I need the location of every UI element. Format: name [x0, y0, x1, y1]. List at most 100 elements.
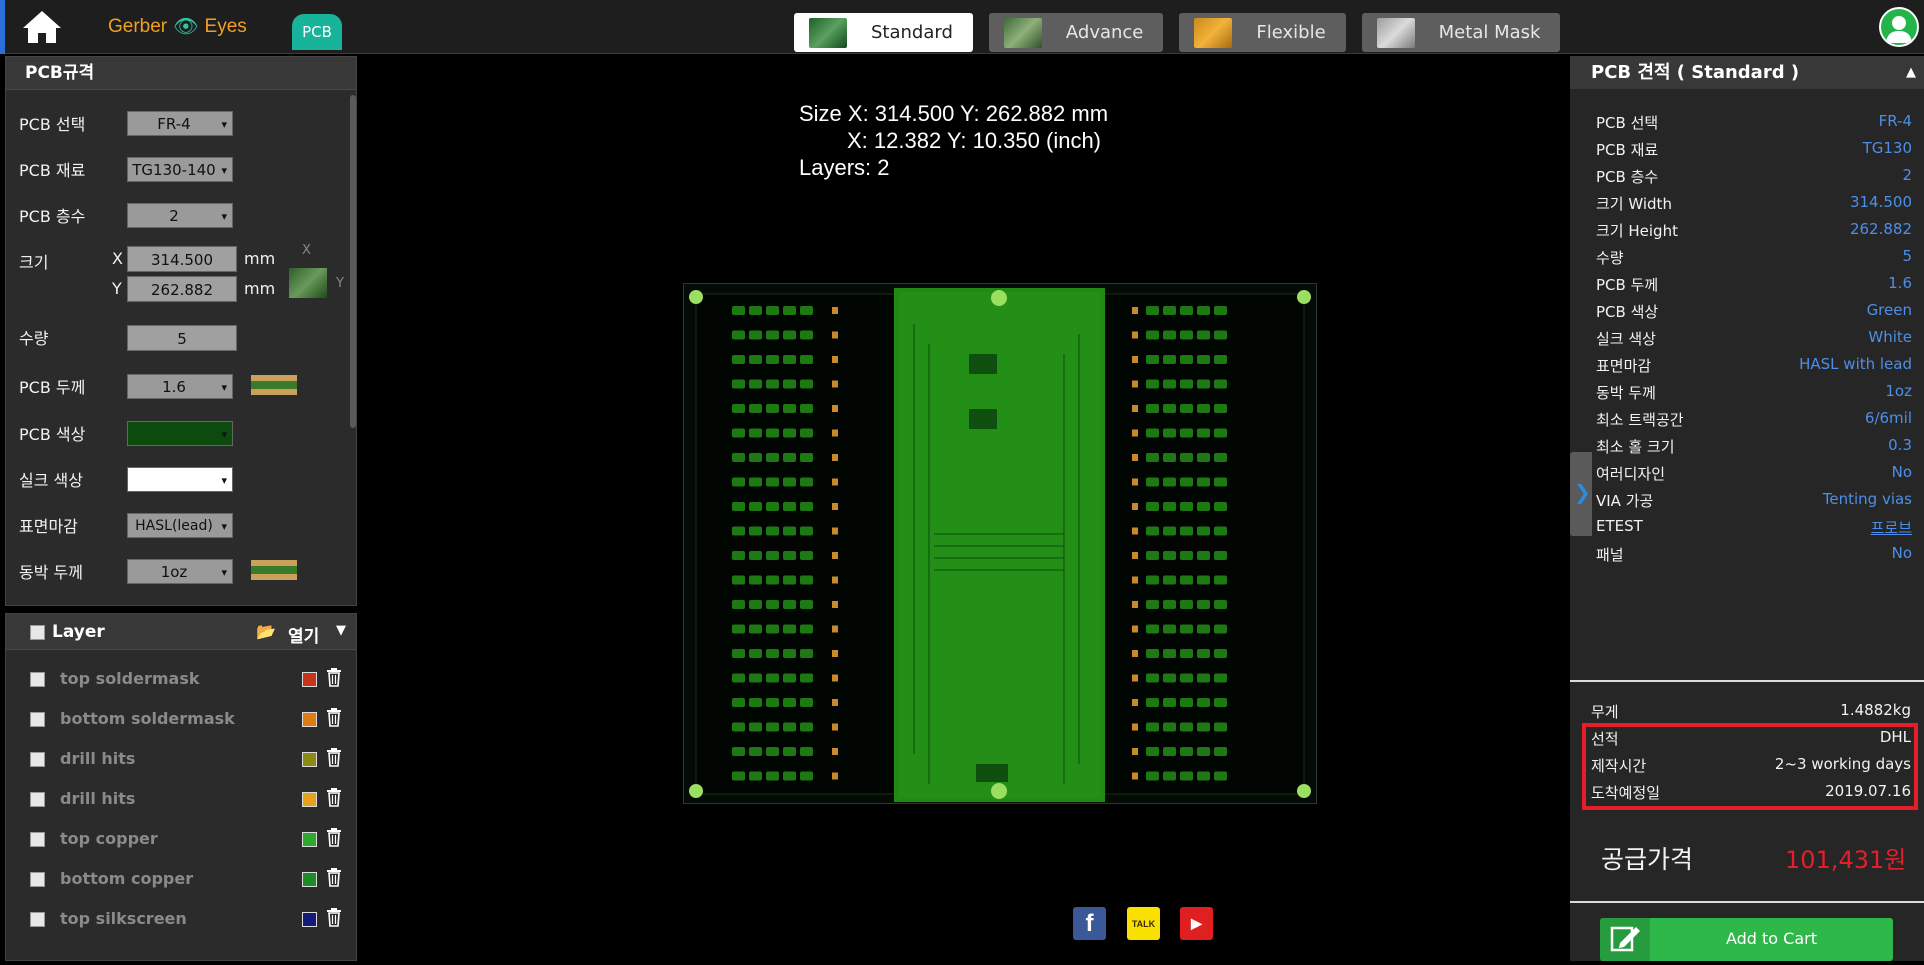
pcb-pin: [832, 331, 838, 339]
layer-item[interactable]: bottom copper: [26, 864, 346, 894]
trash-icon[interactable]: [326, 707, 342, 727]
pcb-pad: [1163, 428, 1176, 438]
chevron-up-icon[interactable]: ▲: [1906, 56, 1916, 89]
youtube-icon[interactable]: ▶: [1180, 907, 1213, 940]
pcb-pad: [766, 453, 779, 462]
kakaotalk-icon[interactable]: TALK: [1127, 907, 1160, 940]
layer-select-all-checkbox[interactable]: [30, 625, 45, 640]
size-y-input[interactable]: 262.882: [127, 276, 237, 302]
layer-checkbox[interactable]: [30, 752, 45, 767]
tab-standard[interactable]: Standard: [794, 13, 973, 52]
pcb-pad: [1180, 379, 1193, 389]
pcb-pad: [766, 649, 779, 658]
pcb-color-dropdown[interactable]: [127, 421, 233, 447]
pcb-pad: [800, 698, 813, 707]
layer-checkbox[interactable]: [30, 792, 45, 807]
trash-icon[interactable]: [326, 787, 342, 807]
finish-label: 표면마감: [19, 517, 78, 536]
pcb-pad: [766, 551, 779, 560]
add-to-cart-button[interactable]: Add to Cart: [1600, 918, 1893, 961]
copper-dropdown[interactable]: 1oz: [127, 559, 233, 585]
silk-color-dropdown[interactable]: [127, 467, 233, 493]
pcb-pad: [749, 771, 762, 781]
layer-color-swatch[interactable]: [302, 832, 317, 847]
pcb-pad: [1163, 502, 1176, 511]
standard-thumb-icon: [809, 17, 847, 48]
layer-color-swatch[interactable]: [302, 912, 317, 927]
layer-color-swatch[interactable]: [302, 712, 317, 727]
pcb-pad: [766, 526, 779, 536]
advance-thumb-icon: [1003, 17, 1042, 48]
pcb-pad: [766, 624, 779, 634]
pcb-pad: [800, 575, 813, 585]
chevron-down-icon[interactable]: ▼: [336, 623, 346, 638]
trash-icon[interactable]: [326, 747, 342, 767]
pcb-pad: [783, 428, 796, 438]
trash-icon[interactable]: [326, 827, 342, 847]
layer-checkbox[interactable]: [30, 872, 45, 887]
quote-value[interactable]: 프로브: [1871, 517, 1912, 538]
pcb-pin: [832, 674, 838, 682]
facebook-icon[interactable]: f: [1073, 907, 1106, 940]
quote-panel-header[interactable]: PCB 견적 ( Standard ) ▲: [1570, 56, 1924, 89]
quote-row: 최소 트랙공간 6/6mil: [1596, 409, 1912, 431]
user-avatar-icon[interactable]: [1879, 7, 1919, 47]
quote-value: 262.882: [1849, 220, 1912, 238]
layer-item[interactable]: drill hits: [26, 784, 346, 814]
layer-color-swatch[interactable]: [302, 872, 317, 887]
pcb-pad: [732, 526, 745, 536]
qty-input[interactable]: 5: [127, 325, 237, 351]
pcb-pad: [1180, 404, 1193, 413]
pcb-pad: [800, 722, 813, 732]
tab-flexible[interactable]: Flexible: [1179, 13, 1346, 52]
trash-icon[interactable]: [326, 667, 342, 687]
pcb-pin: [832, 772, 838, 780]
layer-checkbox[interactable]: [30, 712, 45, 727]
layer-item[interactable]: top silkscreen: [26, 904, 346, 934]
layer-checkbox[interactable]: [30, 912, 45, 927]
pcb-pin: [1132, 601, 1138, 608]
layer-item[interactable]: top soldermask: [26, 664, 346, 694]
pcb-pad: [749, 575, 762, 585]
layer-item[interactable]: bottom soldermask: [26, 704, 346, 734]
quote-panel: PCB 견적 ( Standard ) ▲ PCB 선택 FR-4 PCB 재료 TG…: [1570, 56, 1924, 961]
layer-checkbox[interactable]: [30, 832, 45, 847]
size-x-input[interactable]: 314.500: [127, 246, 237, 272]
spec-scrollbar[interactable]: [350, 95, 356, 428]
panel-toggle-button[interactable]: ❯: [1570, 452, 1592, 536]
pcb-select-dropdown[interactable]: FR-4: [127, 111, 233, 137]
color-label: PCB 색상: [19, 425, 86, 444]
open-label[interactable]: 열기: [288, 622, 319, 647]
pcb-pad: [1180, 330, 1193, 340]
pcb-pad: [783, 624, 796, 634]
layer-checkbox[interactable]: [30, 672, 45, 687]
thickness-dropdown[interactable]: 1.6: [127, 374, 233, 400]
pcb-pad: [1180, 649, 1193, 658]
quote-key: PCB 층수: [1596, 168, 1659, 186]
layer-color-swatch[interactable]: [302, 792, 317, 807]
pcb-pad: [1214, 477, 1227, 487]
layer-color-swatch[interactable]: [302, 752, 317, 767]
pcb-pad: [732, 698, 745, 707]
layer-item[interactable]: drill hits: [26, 744, 346, 774]
tab-advance[interactable]: Advance: [988, 13, 1164, 52]
brand-logo[interactable]: Gerber 👁 Eyes: [108, 14, 247, 39]
pcb-pad: [1146, 404, 1159, 413]
folder-open-icon[interactable]: 📂: [256, 622, 276, 641]
pcb-badge[interactable]: PCB: [292, 14, 342, 50]
material-dropdown[interactable]: TG130-140: [127, 157, 233, 183]
pcb-pin: [1132, 552, 1138, 559]
layer-color-swatch[interactable]: [302, 672, 317, 687]
pcb-pad: [1197, 477, 1210, 487]
quote-row: 최소 홀 크기 0.3: [1596, 436, 1912, 458]
layer-item[interactable]: top copper: [26, 824, 346, 854]
pcb-pad: [800, 379, 813, 389]
tab-metal-mask[interactable]: Metal Mask: [1361, 13, 1561, 52]
home-icon[interactable]: [20, 8, 64, 46]
pcb-board-viewer[interactable]: [683, 283, 1317, 804]
trash-icon[interactable]: [326, 907, 342, 927]
finish-dropdown[interactable]: HASL(lead): [127, 513, 233, 539]
layers-dropdown[interactable]: 2: [127, 203, 233, 229]
pcb-pin: [832, 723, 838, 731]
trash-icon[interactable]: [326, 867, 342, 887]
